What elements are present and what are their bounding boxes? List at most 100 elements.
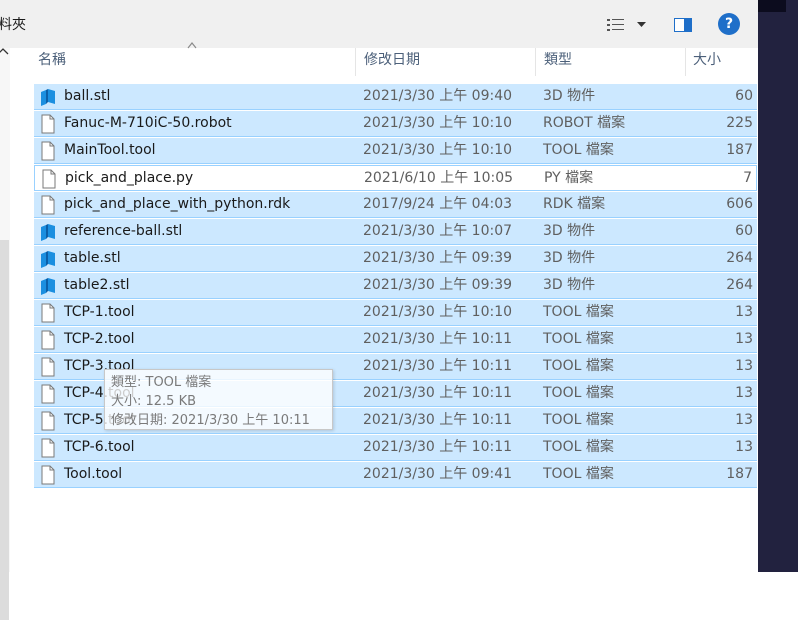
- file-name: Fanuc-M-710iC-50.robot: [64, 115, 232, 131]
- file-date-modified: 2021/3/30 上午 10:07: [363, 223, 513, 239]
- file-name: TCP-1.tool: [64, 304, 135, 320]
- column-divider[interactable]: [355, 48, 356, 76]
- file-row[interactable]: TCP-6.tool 2021/3/30 上午 10:11 TOOL 檔案 13: [34, 435, 757, 461]
- file-date-modified: 2021/3/30 上午 10:10: [363, 142, 513, 158]
- file-name: table.stl: [64, 250, 121, 266]
- file-size: 225: [726, 115, 753, 131]
- column-divider[interactable]: [685, 48, 686, 76]
- file-icon: [39, 411, 57, 431]
- column-name[interactable]: 名稱: [38, 48, 66, 76]
- file-name: MainTool.tool: [64, 142, 156, 158]
- details-view-icon: [607, 19, 624, 31]
- file-icon: [39, 438, 57, 458]
- file-icon: [39, 330, 57, 350]
- file-size: 264: [726, 250, 753, 266]
- file-type: TOOL 檔案: [543, 358, 614, 374]
- file-icon: [39, 465, 57, 485]
- file-size: 13: [735, 439, 753, 455]
- column-divider[interactable]: [535, 48, 536, 76]
- file-row[interactable]: MainTool.tool 2021/3/30 上午 10:10 TOOL 檔案 18…: [34, 138, 757, 164]
- file-size: 606: [726, 196, 753, 212]
- file-type: RDK 檔案: [543, 196, 606, 212]
- navigation-pane: [0, 48, 10, 620]
- preview-pane-button[interactable]: [672, 14, 694, 36]
- file-row[interactable]: reference-ball.stl 2021/3/30 上午 10:07 3D 物…: [34, 219, 757, 245]
- navigation-scrollbar[interactable]: [0, 240, 9, 620]
- 3d-object-icon: [39, 276, 57, 296]
- file-icon: [39, 384, 57, 404]
- file-size: 13: [735, 331, 753, 347]
- file-date-modified: 2021/3/30 上午 10:11: [363, 331, 513, 347]
- file-date-modified: 2021/3/30 上午 10:11: [363, 439, 513, 455]
- file-row[interactable]: table2.stl 2021/3/30 上午 09:39 3D 物件 264: [34, 273, 757, 299]
- file-explorer-window: 料夾 ? 名稱 修改日期 類型 大小 ball.stl 2021/3/30 上午…: [0, 0, 758, 620]
- 3d-object-icon: [39, 249, 57, 269]
- file-size: 7: [743, 170, 752, 186]
- sort-ascending-icon: [187, 42, 197, 49]
- column-date-modified[interactable]: 修改日期: [364, 48, 420, 76]
- file-size: 187: [726, 142, 753, 158]
- file-type: TOOL 檔案: [543, 304, 614, 320]
- tooltip-size: 大小: 12.5 KB: [111, 394, 197, 409]
- file-size: 187: [726, 466, 753, 482]
- folder-breadcrumb[interactable]: 料夾: [0, 14, 26, 34]
- file-type: PY 檔案: [544, 170, 594, 186]
- column-size[interactable]: 大小: [693, 48, 721, 76]
- file-icon: [39, 141, 57, 161]
- window-edge: [758, 0, 786, 12]
- help-button[interactable]: ?: [718, 13, 740, 35]
- details-view-button[interactable]: [604, 14, 628, 36]
- 3d-object-icon: [39, 87, 57, 107]
- file-size: 60: [735, 88, 753, 104]
- file-date-modified: 2021/3/30 上午 09:39: [363, 250, 513, 266]
- file-date-modified: 2021/3/30 上午 09:39: [363, 277, 513, 293]
- file-name: Tool.tool: [64, 466, 123, 482]
- file-row[interactable]: ball.stl 2021/3/30 上午 09:40 3D 物件 60: [34, 84, 757, 110]
- file-size: 13: [735, 304, 753, 320]
- file-date-modified: 2021/3/30 上午 10:10: [363, 304, 513, 320]
- file-size: 13: [735, 385, 753, 401]
- file-type: 3D 物件: [543, 88, 596, 104]
- 3d-object-icon: [39, 222, 57, 242]
- file-name: table2.stl: [64, 277, 130, 293]
- file-type: TOOL 檔案: [543, 385, 614, 401]
- file-row[interactable]: TCP-1.tool 2021/3/30 上午 10:10 TOOL 檔案 13: [34, 300, 757, 326]
- file-size: 13: [735, 358, 753, 374]
- file-icon: [39, 114, 57, 134]
- preview-pane-icon: [674, 18, 692, 32]
- tooltip-type: 類型: TOOL 檔案: [111, 375, 212, 390]
- file-name: ball.stl: [64, 88, 111, 104]
- column-header: 名稱 修改日期 類型 大小: [0, 42, 758, 76]
- toolbar: 料夾 ?: [0, 0, 758, 48]
- file-size: 264: [726, 277, 753, 293]
- file-type: TOOL 檔案: [543, 412, 614, 428]
- file-tooltip: 類型: TOOL 檔案 大小: 12.5 KB 修改日期: 2021/3/30 …: [104, 369, 333, 430]
- file-type: TOOL 檔案: [543, 439, 614, 455]
- file-size: 60: [735, 223, 753, 239]
- file-date-modified: 2021/3/30 上午 10:11: [363, 412, 513, 428]
- file-row[interactable]: Fanuc-M-710iC-50.robot 2021/3/30 上午 10:10…: [34, 111, 757, 137]
- file-type: TOOL 檔案: [543, 142, 614, 158]
- file-date-modified: 2021/3/30 上午 09:40: [363, 88, 513, 104]
- file-row[interactable]: table.stl 2021/3/30 上午 09:39 3D 物件 264: [34, 246, 757, 272]
- file-size: 13: [735, 412, 753, 428]
- file-icon: [39, 195, 57, 215]
- file-date-modified: 2017/9/24 上午 04:03: [363, 196, 513, 212]
- file-type: TOOL 檔案: [543, 466, 614, 482]
- file-date-modified: 2021/3/30 上午 09:41: [363, 466, 513, 482]
- file-row[interactable]: pick_and_place.py 2021/6/10 上午 10:05 PY 檔案…: [34, 165, 757, 191]
- dropdown-arrow-icon: [636, 22, 646, 27]
- file-type: 3D 物件: [543, 250, 596, 266]
- view-options-dropdown[interactable]: [634, 14, 648, 36]
- file-name: TCP-2.tool: [64, 331, 135, 347]
- file-row[interactable]: pick_and_place_with_python.rdk 2017/9/24 …: [34, 192, 757, 218]
- file-type: ROBOT 檔案: [543, 115, 626, 131]
- file-row[interactable]: TCP-2.tool 2021/3/30 上午 10:11 TOOL 檔案 13: [34, 327, 757, 353]
- column-type[interactable]: 類型: [544, 48, 572, 76]
- tooltip-date: 修改日期: 2021/3/30 上午 10:11: [111, 413, 310, 428]
- file-icon: [39, 357, 57, 377]
- file-date-modified: 2021/6/10 上午 10:05: [364, 170, 514, 186]
- file-name: TCP-6.tool: [64, 439, 135, 455]
- file-row[interactable]: Tool.tool 2021/3/30 上午 09:41 TOOL 檔案 187: [34, 462, 757, 488]
- file-name: pick_and_place_with_python.rdk: [64, 196, 291, 212]
